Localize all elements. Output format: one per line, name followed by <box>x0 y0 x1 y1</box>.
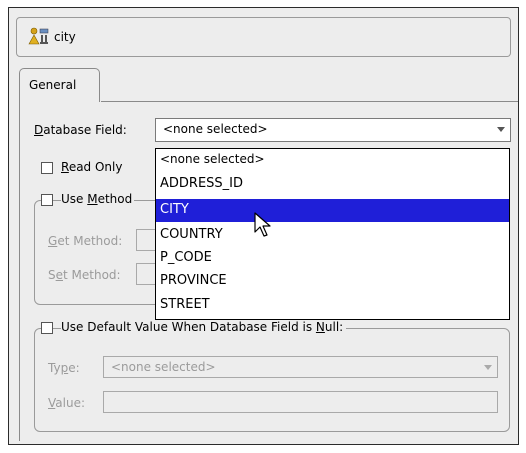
chevron-down-icon[interactable] <box>497 127 505 132</box>
tab-general-label: General <box>29 78 77 92</box>
tab-general[interactable]: General <box>19 68 100 102</box>
use-method-checkbox[interactable] <box>41 194 53 206</box>
dropdown-item-label: <none selected> <box>160 152 265 166</box>
get-method-label: Get Method: <box>48 234 123 248</box>
use-default-checkbox[interactable] <box>41 322 53 334</box>
database-field-combo[interactable]: <none selected> <box>155 118 511 142</box>
dropdown-item-selected[interactable]: CITY <box>156 199 509 222</box>
dropdown-item-label: P_CODE <box>160 250 212 265</box>
default-value-group <box>34 328 510 432</box>
dropdown-item-label: STREET <box>160 297 210 312</box>
use-method-label: Use Method <box>61 192 135 206</box>
dropdown-item-label: ADDRESS_ID <box>160 176 244 191</box>
dropdown-item[interactable]: ADDRESS_ID <box>156 173 509 196</box>
mapping-header: city <box>16 17 511 57</box>
type-value: <none selected> <box>111 360 216 374</box>
read-only-label: Read Only <box>61 160 123 174</box>
value-input[interactable] <box>103 391 498 413</box>
attribute-mapping-icon <box>28 27 49 45</box>
chevron-down-icon[interactable] <box>484 365 492 370</box>
set-method-label: Set Method: <box>48 268 121 282</box>
database-field-dropdown[interactable]: <none selected> ADDRESS_ID CITY COUNTRY … <box>155 148 510 320</box>
dropdown-item[interactable]: STREET <box>156 294 509 317</box>
type-label: Type: <box>48 361 80 375</box>
database-field-label: Database Field: <box>34 123 127 137</box>
mouse-pointer-icon <box>254 212 271 237</box>
dropdown-item[interactable]: COUNTRY <box>156 224 509 247</box>
dropdown-item-label: CITY <box>160 202 189 217</box>
dropdown-item[interactable]: <none selected> <box>156 149 509 172</box>
database-field-value: <none selected> <box>163 122 268 136</box>
dropdown-item-label: PROVINCE <box>160 273 227 288</box>
read-only-checkbox[interactable] <box>41 162 53 174</box>
dropdown-item-label: COUNTRY <box>160 227 223 242</box>
type-combo[interactable]: <none selected> <box>103 356 498 378</box>
dropdown-item[interactable]: P_CODE <box>156 247 509 270</box>
dropdown-item[interactable]: PROVINCE <box>156 270 509 293</box>
mapping-title: city <box>54 30 76 44</box>
value-label: Value: <box>48 396 85 410</box>
use-default-label: Use Default Value When Database Field is… <box>61 320 347 334</box>
